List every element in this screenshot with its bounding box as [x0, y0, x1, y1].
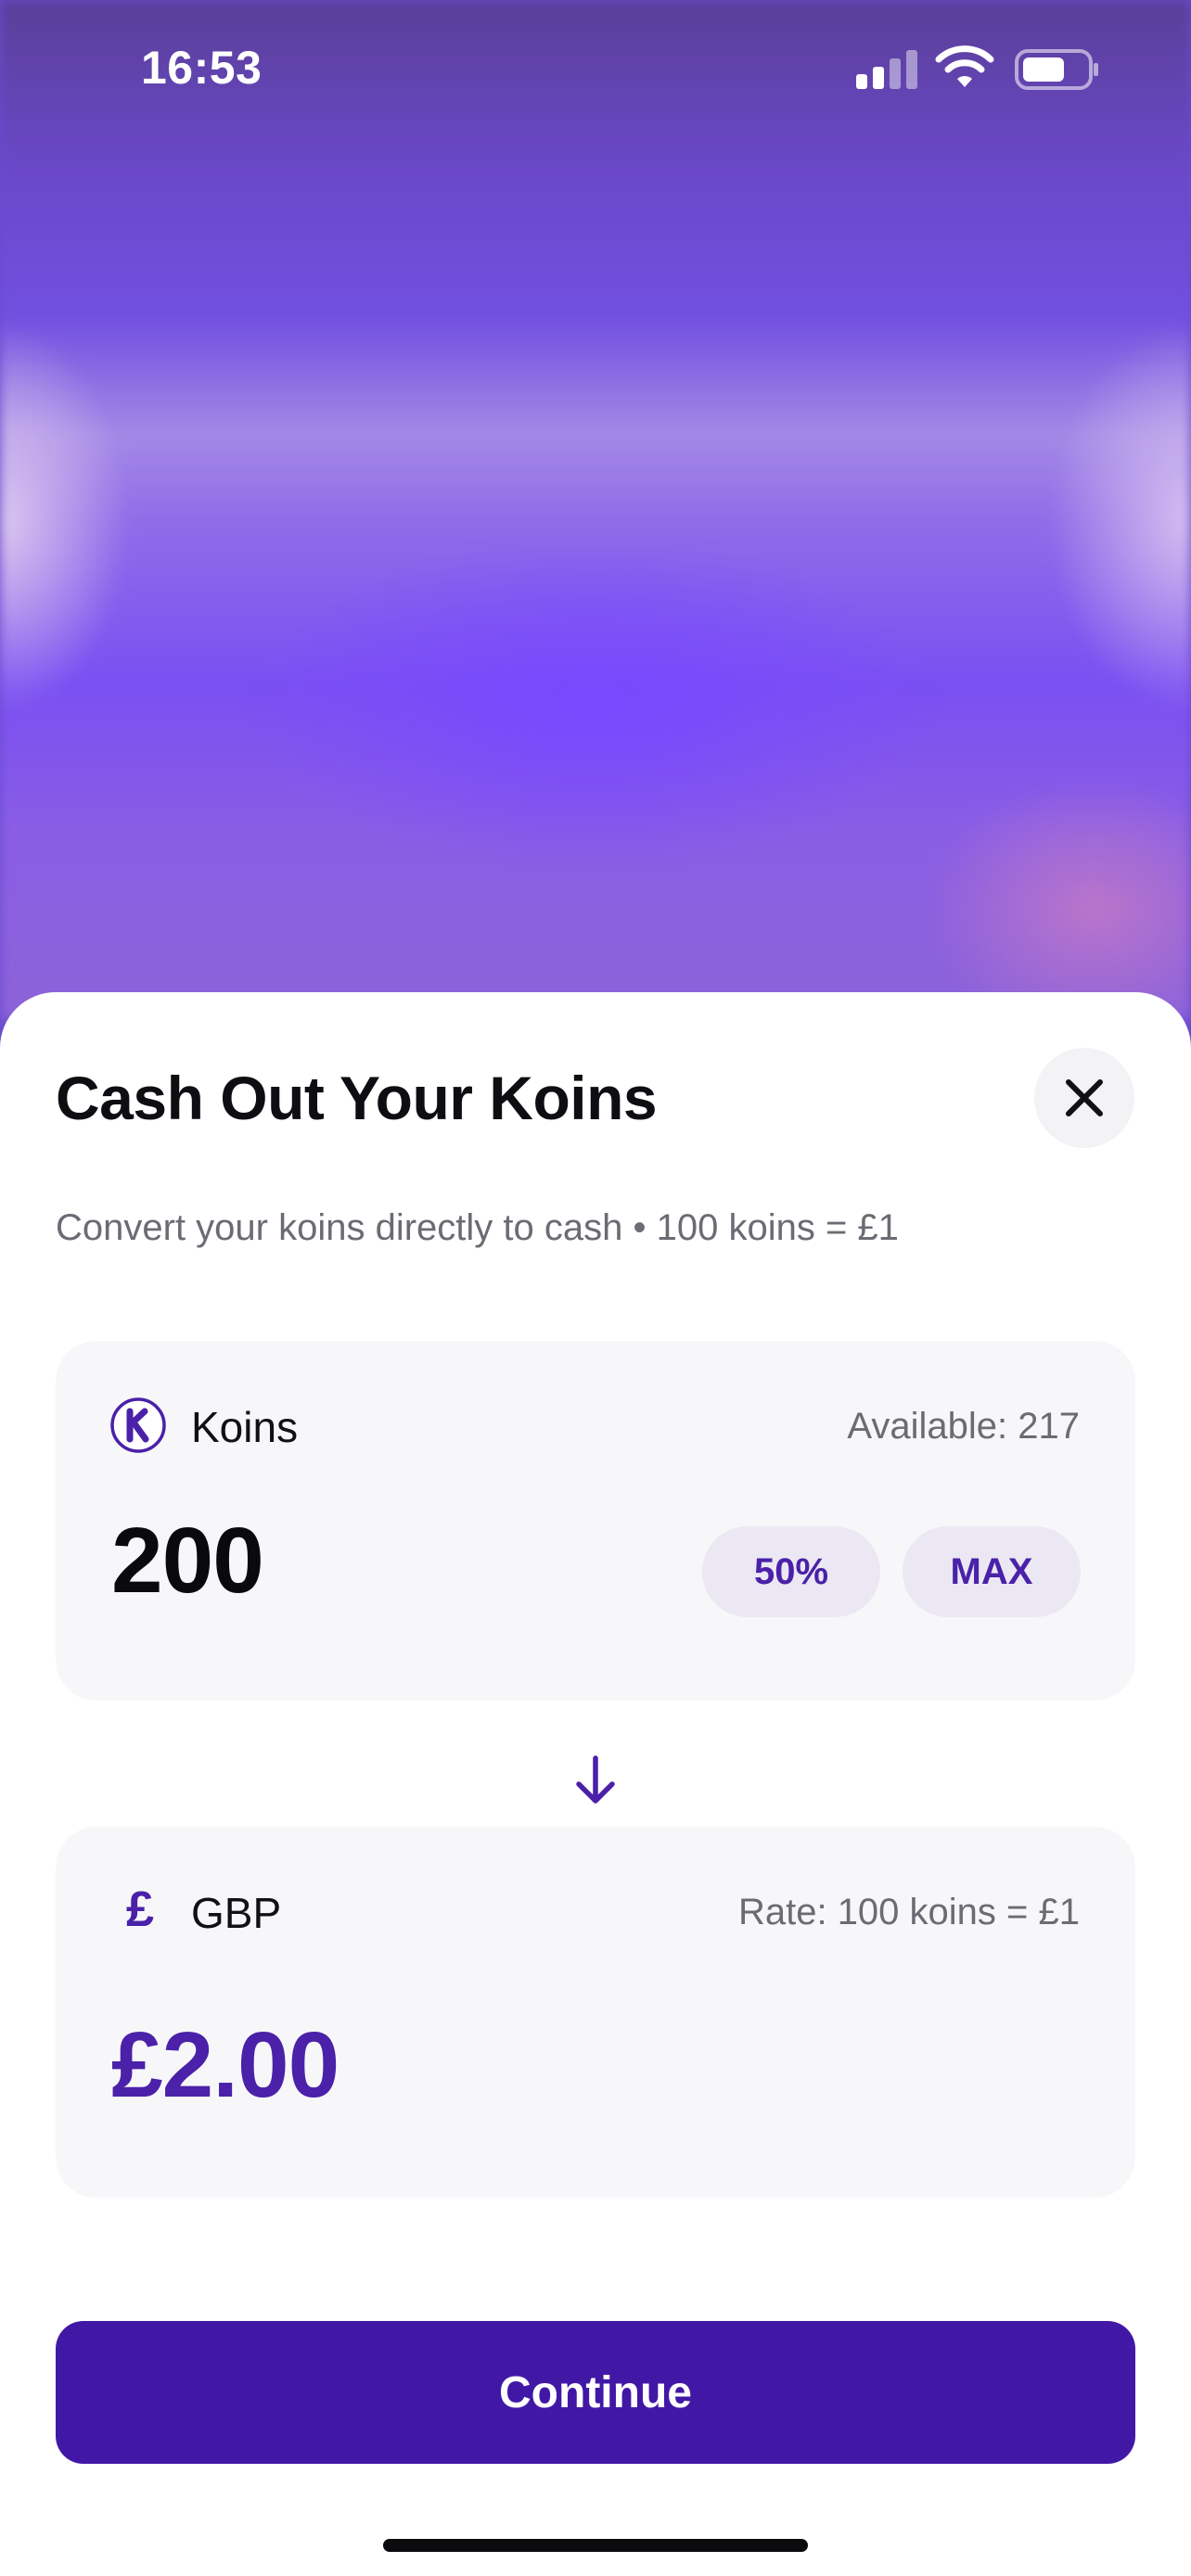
arrow-down-icon [576, 1755, 615, 1804]
pound-icon: £ [125, 1881, 155, 1937]
continue-button[interactable]: Continue [56, 2321, 1135, 2464]
home-indicator[interactable] [383, 2539, 808, 2552]
close-icon [1066, 1079, 1103, 1116]
koins-amount-input[interactable]: 200 [111, 1508, 264, 1614]
available-balance: Available: 217 [847, 1406, 1080, 1447]
battery-icon [1015, 49, 1098, 90]
gbp-label: GBP [191, 1889, 282, 1937]
sheet-title: Cash Out Your Koins [56, 1064, 658, 1132]
conversion-rate: Rate: 100 koins = £1 [737, 1892, 1080, 1932]
status-time: 16:53 [141, 42, 263, 94]
close-button[interactable] [1034, 1048, 1134, 1148]
max-button[interactable]: MAX [903, 1526, 1081, 1617]
koins-input-card[interactable]: Koins Available: 217 200 50% MAX [56, 1341, 1135, 1701]
koin-icon [110, 1397, 166, 1453]
gbp-amount: £2.00 [111, 2013, 339, 2117]
signal-icon [856, 48, 919, 89]
fifty-percent-button[interactable]: 50% [702, 1526, 880, 1617]
wifi-icon [935, 45, 994, 87]
sheet-subtitle: Convert your koins directly to cash • 10… [56, 1207, 899, 1248]
gbp-output-card: £ GBP Rate: 100 koins = £1 £2.00 [56, 1827, 1135, 2198]
status-bar: 16:53 [0, 0, 1191, 139]
koins-label: Koins [191, 1403, 299, 1451]
blurred-background [0, 0, 1191, 1020]
